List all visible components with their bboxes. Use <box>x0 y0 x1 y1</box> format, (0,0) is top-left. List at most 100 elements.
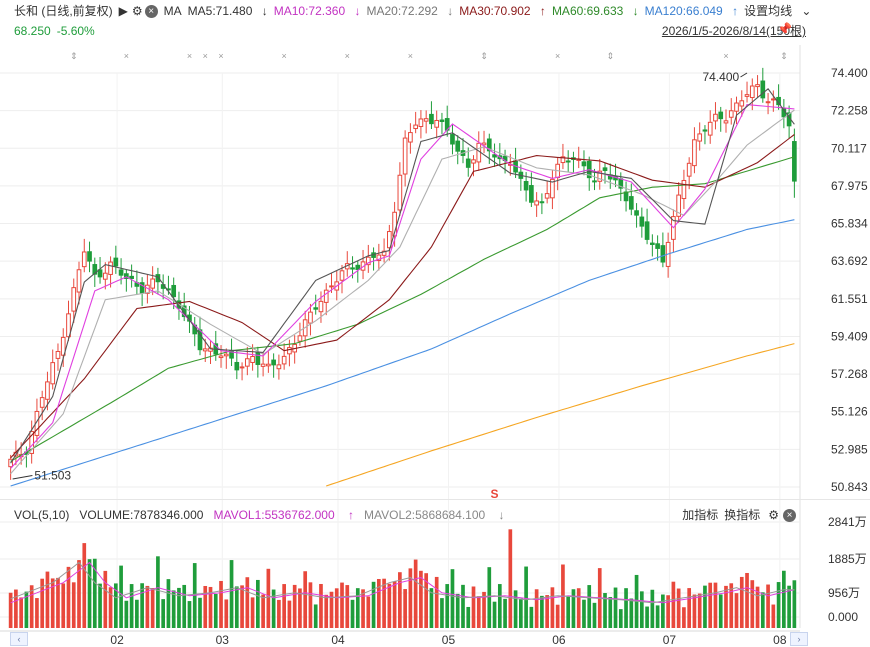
volume-bar[interactable] <box>613 587 618 628</box>
volume-bar[interactable] <box>45 571 50 628</box>
volume-bar[interactable] <box>271 589 276 628</box>
candle-body[interactable] <box>544 193 550 199</box>
volume-bar[interactable] <box>182 584 187 628</box>
candle-body[interactable] <box>634 210 639 216</box>
volume-bar[interactable] <box>713 582 718 628</box>
candle-body[interactable] <box>413 124 418 130</box>
candle-body[interactable] <box>71 287 77 312</box>
candle-body[interactable] <box>408 132 413 143</box>
candle-body[interactable] <box>323 289 329 303</box>
close-icon[interactable]: × <box>783 509 796 523</box>
candle-body[interactable] <box>465 158 471 168</box>
volume-bar[interactable] <box>103 570 108 628</box>
volume-bar[interactable] <box>687 588 692 628</box>
volume-bar[interactable] <box>434 576 439 628</box>
volume-bar[interactable] <box>771 604 776 628</box>
switch-indicator-button[interactable]: 换指标 <box>724 508 760 522</box>
volume-bar[interactable] <box>171 590 176 628</box>
event-marker[interactable]: × <box>345 51 350 61</box>
event-marker[interactable]: ⇕ <box>480 51 488 61</box>
candle-body[interactable] <box>318 300 324 313</box>
candle-body[interactable] <box>707 121 713 136</box>
volume-bar[interactable] <box>387 583 392 628</box>
volume-bar[interactable] <box>256 579 260 628</box>
volume-bar[interactable] <box>661 594 665 628</box>
volume-bar[interactable] <box>476 596 481 628</box>
volume-bar[interactable] <box>129 584 134 628</box>
candle-body[interactable] <box>697 133 703 142</box>
candle-body[interactable] <box>650 242 655 245</box>
candle-body[interactable] <box>592 180 597 183</box>
volume-bar[interactable] <box>455 593 460 628</box>
candle-body[interactable] <box>450 134 455 145</box>
volume-bar[interactable] <box>787 585 791 628</box>
candle-body[interactable] <box>218 355 224 359</box>
candle-body[interactable] <box>471 159 476 164</box>
volume-bar[interactable] <box>213 594 218 628</box>
volume-bar[interactable] <box>166 579 171 628</box>
candle-body[interactable] <box>350 267 355 270</box>
candle-body[interactable] <box>39 397 45 408</box>
volume-bar[interactable] <box>576 588 581 628</box>
volume-bar[interactable] <box>639 591 644 628</box>
volume-bar[interactable] <box>429 588 434 628</box>
volume-bar[interactable] <box>250 597 255 628</box>
volume-bar[interactable] <box>282 584 286 628</box>
volume-bar[interactable] <box>729 583 734 628</box>
volume-bar[interactable] <box>219 580 223 628</box>
candle-body[interactable] <box>50 362 56 385</box>
candle-body[interactable] <box>529 185 534 203</box>
volume-bar[interactable] <box>508 529 513 628</box>
candle-body[interactable] <box>692 139 697 167</box>
volume-bar[interactable] <box>150 588 155 628</box>
candle-body[interactable] <box>744 94 750 97</box>
candle-body[interactable] <box>749 85 755 99</box>
volume-bar[interactable] <box>682 607 686 628</box>
volume-bar[interactable] <box>555 604 560 628</box>
candle-body[interactable] <box>397 174 403 211</box>
volume-bar[interactable] <box>287 600 292 628</box>
volume-bar[interactable] <box>676 588 681 628</box>
candle-body[interactable] <box>728 110 734 118</box>
candle-body[interactable] <box>523 181 529 191</box>
event-marker[interactable]: × <box>203 51 208 61</box>
candle-body[interactable] <box>639 216 645 227</box>
candle-body[interactable] <box>539 201 545 204</box>
volume-bar[interactable] <box>82 543 87 628</box>
volume-bar[interactable] <box>534 589 539 628</box>
volume-bar[interactable] <box>313 604 318 628</box>
volume-bar[interactable] <box>392 581 397 628</box>
volume-bar[interactable] <box>266 568 271 628</box>
event-marker[interactable]: × <box>555 51 560 61</box>
volume-bar[interactable] <box>324 594 329 628</box>
volume-bar[interactable] <box>135 599 139 628</box>
candle-body[interactable] <box>202 348 208 352</box>
candle-body[interactable] <box>355 264 361 270</box>
event-marker[interactable]: × <box>408 51 413 61</box>
volume-bar[interactable] <box>650 589 655 628</box>
candle-body[interactable] <box>129 275 134 279</box>
candle-body[interactable] <box>87 251 92 262</box>
volume-bar[interactable] <box>571 589 576 628</box>
volume-bar[interactable] <box>161 599 166 628</box>
volume-bar[interactable] <box>87 559 92 628</box>
volume-bar[interactable] <box>156 556 160 628</box>
volume-bar[interactable] <box>35 598 39 628</box>
candle-body[interactable] <box>734 102 739 112</box>
stock-chart[interactable]: 74.400 72.258 70.117 67.975 65.834 63.692 61.5… <box>0 0 870 647</box>
candle-body[interactable] <box>681 179 687 200</box>
candle-body[interactable] <box>739 100 745 107</box>
event-marker[interactable]: ⇕ <box>606 51 614 61</box>
event-marker[interactable]: × <box>124 51 129 61</box>
candle-body[interactable] <box>234 361 240 371</box>
volume-bar[interactable] <box>671 581 676 628</box>
candle-body[interactable] <box>108 261 113 275</box>
candle-body[interactable] <box>171 284 177 298</box>
volume-bar[interactable] <box>198 597 202 628</box>
volume-bar[interactable] <box>540 595 544 628</box>
volume-bar[interactable] <box>19 597 23 628</box>
volume-bar[interactable] <box>298 588 302 628</box>
candle-body[interactable] <box>439 119 445 123</box>
volume-bar[interactable] <box>766 584 770 628</box>
volume-bar[interactable] <box>582 599 586 628</box>
